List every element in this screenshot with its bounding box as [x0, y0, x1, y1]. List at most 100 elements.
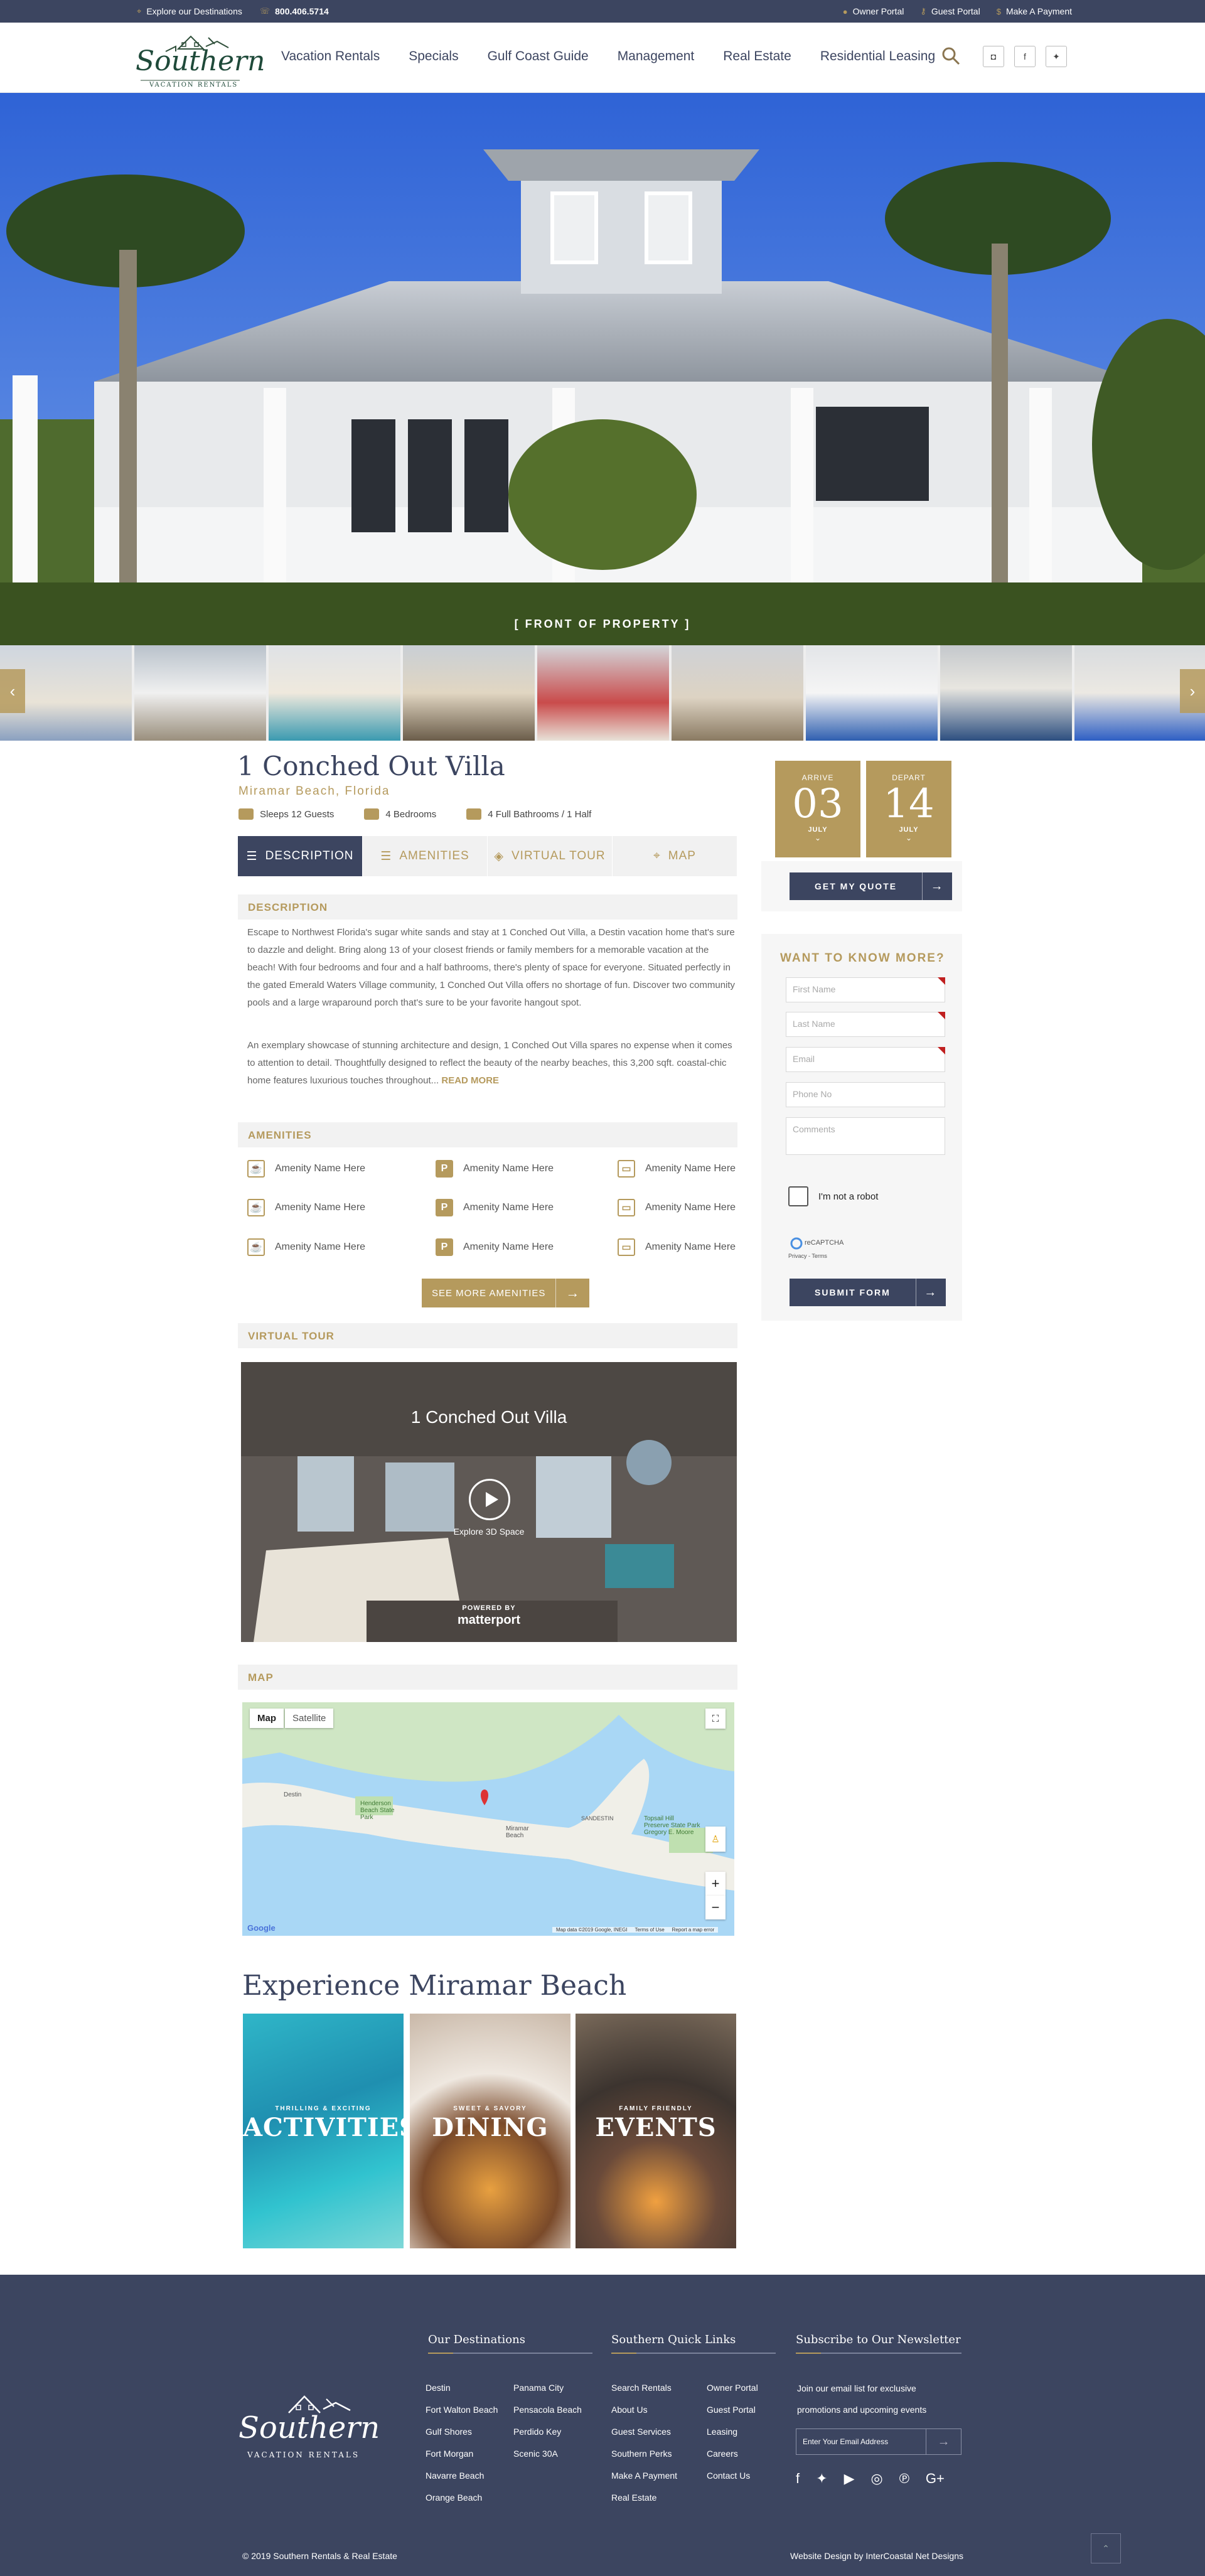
zoom-in-button[interactable]: + [705, 1872, 726, 1896]
twitter-icon[interactable]: ✦ [816, 2471, 827, 2487]
twitter-icon[interactable]: ✦ [1046, 46, 1067, 67]
back-to-top-button[interactable]: ⌃ [1091, 2533, 1121, 2563]
nav-real-estate[interactable]: Real Estate [723, 49, 791, 64]
footer-link-scenic-30a[interactable]: Scenic 30A [513, 2449, 558, 2459]
recaptcha-privacy-link[interactable]: Privacy - Terms [788, 1253, 827, 1259]
arrow-right-icon[interactable]: → [926, 2429, 961, 2454]
get-quote-button[interactable]: GET MY QUOTE → [790, 872, 953, 900]
dining-card[interactable]: SWEET & SAVORY DINING [410, 2014, 570, 2248]
newsletter-email-placeholder: Enter Your Email Address [803, 2437, 889, 2446]
facebook-icon[interactable]: f [796, 2471, 800, 2487]
payment-link[interactable]: $ Make A Payment [997, 6, 1072, 16]
terms-link[interactable]: Terms of Use [635, 1927, 665, 1933]
nav-residential-leasing[interactable]: Residential Leasing [820, 49, 935, 64]
footer-link-guest-portal[interactable]: Guest Portal [707, 2405, 756, 2415]
guest-portal-link[interactable]: ⚷ Guest Portal [920, 6, 980, 16]
depart-date-picker[interactable]: DEPART 14 JULY ⌄ [866, 761, 951, 857]
pinterest-icon[interactable]: ℗ [899, 2471, 909, 2487]
read-more-link[interactable]: READ MORE [441, 1075, 499, 1086]
google-plus-icon[interactable]: G+ [926, 2471, 945, 2487]
footer-link-owner-portal[interactable]: Owner Portal [707, 2383, 758, 2393]
arrive-date-picker[interactable]: ARRIVE 03 JULY ⌄ [775, 761, 860, 857]
tab-description[interactable]: ☰ DESCRIPTION [238, 836, 363, 876]
thumbnail[interactable] [269, 645, 400, 741]
nav-vacation-rentals[interactable]: Vacation Rentals [281, 49, 380, 64]
phone-icon: ☏ [259, 6, 270, 16]
footer-logo[interactable]: Southern VACATION RENTALS [238, 2388, 380, 2463]
fullscreen-icon[interactable]: ⛶ [705, 1709, 726, 1729]
footer-link-leasing[interactable]: Leasing [707, 2427, 737, 2437]
footer-link-destin[interactable]: Destin [426, 2383, 451, 2393]
map-type-map-button[interactable]: Map [250, 1709, 284, 1728]
youtube-icon[interactable]: ▶ [844, 2471, 855, 2487]
gallery-next-button[interactable]: › [1180, 669, 1205, 713]
submit-form-button[interactable]: SUBMIT FORM → [790, 1279, 946, 1306]
arrive-day: 03 [792, 781, 844, 827]
footer-link-orange-beach[interactable]: Orange Beach [426, 2493, 482, 2503]
nav-management[interactable]: Management [618, 49, 695, 64]
footer-link-guest-services[interactable]: Guest Services [611, 2427, 671, 2437]
footer-link-about-us[interactable]: About Us [611, 2405, 648, 2415]
owner-portal-link[interactable]: ● Owner Portal [843, 6, 904, 16]
events-card[interactable]: FAMILY FRIENDLY EVENTS [576, 2014, 736, 2248]
first-name-field[interactable]: First Name [786, 977, 945, 1002]
virtual-tour-embed[interactable]: 1 Conched Out Villa Explore 3D Space POW… [241, 1362, 737, 1642]
footer-link-fort-walton-beach[interactable]: Fort Walton Beach [426, 2405, 498, 2415]
footer-link-gulf-shores[interactable]: Gulf Shores [426, 2427, 472, 2437]
last-name-field[interactable]: Last Name [786, 1012, 945, 1037]
destinations-link[interactable]: ⌖ Explore our Destinations [137, 6, 242, 16]
map-attribution: Map data ©2019 Google, INEGI Terms of Us… [552, 1927, 719, 1933]
depart-month: JULY [899, 826, 919, 834]
nav-gulf-coast-guide[interactable]: Gulf Coast Guide [488, 49, 589, 64]
phone-field[interactable]: Phone No [786, 1082, 945, 1107]
map-label: SANDESTIN [581, 1815, 614, 1822]
key-icon: ⚷ [920, 6, 926, 16]
thumbnail[interactable] [537, 645, 669, 741]
thumbnail[interactable] [134, 645, 266, 741]
map-type-satellite-button[interactable]: Satellite [285, 1709, 334, 1728]
gallery-prev-button[interactable]: ‹ [0, 669, 25, 713]
recaptcha-widget: I'm not a robot reCAPTCHA Privacy - Term… [786, 1176, 945, 1264]
logo[interactable]: Southern VACATION RENTALS [134, 29, 265, 90]
instagram-icon[interactable]: ◎ [870, 2471, 882, 2487]
tab-virtual-tour[interactable]: ◈ VIRTUAL TOUR [488, 836, 613, 876]
footer-link-panama-city[interactable]: Panama City [513, 2383, 564, 2393]
footer-link-make-a-payment[interactable]: Make A Payment [611, 2471, 677, 2481]
thumbnail[interactable] [672, 645, 803, 741]
newsletter-email-input[interactable]: Enter Your Email Address → [796, 2428, 961, 2455]
property-map[interactable]: Map Satellite ⛶ ♙ + − Destin Henderson B… [242, 1702, 734, 1936]
tab-amenities[interactable]: ☰ AMENITIES [363, 836, 488, 876]
nav-specials[interactable]: Specials [409, 49, 458, 64]
design-credit-link[interactable]: Website Design by InterCoastal Net Desig… [790, 2551, 963, 2561]
coffee-icon: ☕ [247, 1199, 265, 1216]
footer-link-southern-perks[interactable]: Southern Perks [611, 2449, 672, 2459]
tab-map[interactable]: ⌖ MAP [613, 836, 737, 876]
footer-link-fort-morgan[interactable]: Fort Morgan [426, 2449, 473, 2459]
see-more-amenities-button[interactable]: SEE MORE AMENITIES → [422, 1279, 590, 1307]
comments-field[interactable]: Comments [786, 1117, 945, 1155]
activities-card[interactable]: THRILLING & EXCITING ACTIVITIES [243, 2014, 404, 2248]
parking-icon: P [436, 1238, 453, 1256]
recaptcha-checkbox[interactable] [788, 1186, 808, 1206]
map-heading: MAP [238, 1665, 737, 1690]
footer-link-navarre-beach[interactable]: Navarre Beach [426, 2471, 484, 2481]
play-icon[interactable] [469, 1479, 510, 1520]
thumbnail[interactable] [403, 645, 535, 741]
instagram-icon[interactable]: ◘ [983, 46, 1004, 67]
footer-link-real-estate[interactable]: Real Estate [611, 2493, 656, 2503]
thumbnail[interactable] [806, 645, 938, 741]
zoom-out-button[interactable]: − [705, 1896, 726, 1919]
footer-link-perdido-key[interactable]: Perdido Key [513, 2427, 561, 2437]
footer-link-pensacola-beach[interactable]: Pensacola Beach [513, 2405, 582, 2415]
phone-link[interactable]: ☏ 800.406.5714 [260, 6, 329, 16]
footer-link-search-rentals[interactable]: Search Rentals [611, 2383, 672, 2393]
search-icon[interactable] [941, 46, 960, 65]
email-field[interactable]: Email [786, 1047, 945, 1072]
footer-link-contact-us[interactable]: Contact Us [707, 2471, 750, 2481]
street-view-icon[interactable]: ♙ [705, 1827, 726, 1852]
thumbnail[interactable] [940, 645, 1072, 741]
footer-link-careers[interactable]: Careers [707, 2449, 738, 2459]
phone-number: 800.406.5714 [275, 6, 329, 16]
report-error-link[interactable]: Report a map error [672, 1927, 715, 1933]
facebook-icon[interactable]: f [1014, 46, 1036, 67]
